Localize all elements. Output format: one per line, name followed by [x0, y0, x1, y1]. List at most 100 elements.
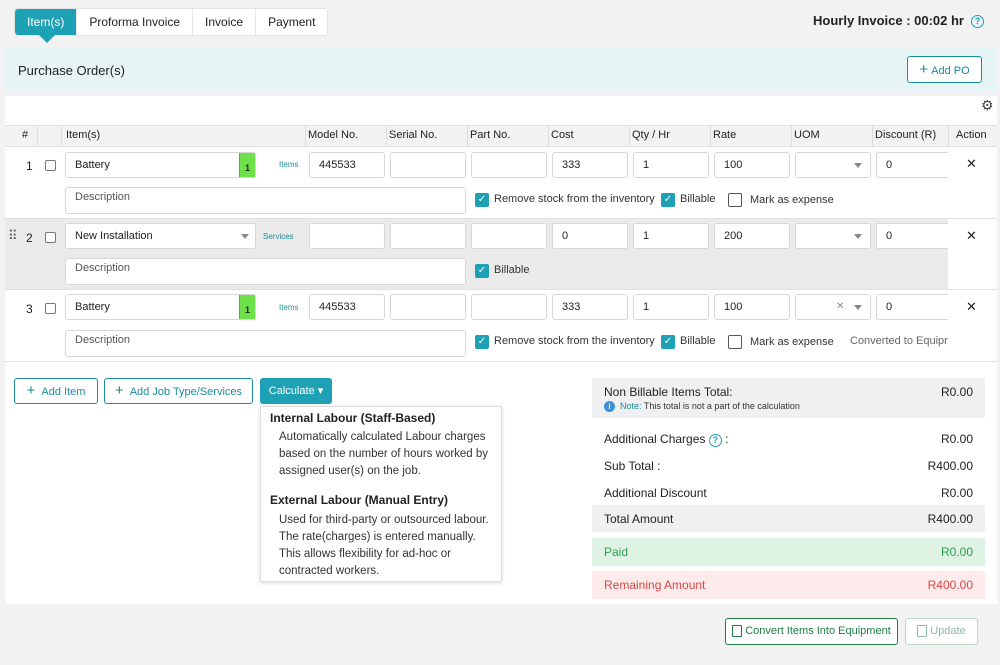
- billable-label: Billable: [680, 335, 716, 347]
- row-number: 1: [26, 159, 33, 173]
- update-button[interactable]: Update: [905, 618, 978, 645]
- billable-checkbox[interactable]: ✓: [661, 335, 675, 349]
- cost-input[interactable]: 333: [552, 294, 628, 320]
- rate-input[interactable]: 100: [714, 294, 790, 320]
- billable-label: Billable: [494, 264, 530, 276]
- description-input[interactable]: Description: [65, 258, 466, 285]
- serial-no-input[interactable]: [390, 223, 466, 249]
- add-po-button[interactable]: + Add PO: [907, 56, 982, 83]
- cost-input[interactable]: 333: [552, 152, 628, 178]
- billable-checkbox[interactable]: ✓: [661, 193, 675, 207]
- remove-row-icon[interactable]: ✕: [966, 299, 977, 315]
- row-select-checkbox[interactable]: [45, 232, 56, 243]
- col-divider: [386, 125, 387, 147]
- add-job-type-button[interactable]: + Add Job Type/Services: [104, 378, 253, 404]
- col-items: Item(s): [66, 129, 101, 141]
- part-no-input[interactable]: [471, 223, 547, 249]
- discount-value: 0: [886, 301, 893, 313]
- rate-input[interactable]: 100: [714, 152, 790, 178]
- chevron-down-icon: [854, 305, 862, 310]
- remove-stock-checkbox[interactable]: ✓: [475, 335, 489, 349]
- tab-proforma-invoice[interactable]: Proforma Invoice: [77, 9, 194, 35]
- description-input[interactable]: Description: [65, 330, 466, 357]
- billable-checkbox[interactable]: ✓: [475, 264, 489, 278]
- add-item-button[interactable]: + Add Item: [14, 378, 98, 404]
- description-placeholder: Description: [75, 262, 131, 274]
- serial-no-input[interactable]: [390, 294, 466, 320]
- item-name-input[interactable]: Battery: [65, 294, 256, 320]
- item-type-tag: Items: [279, 303, 299, 312]
- model-no-input[interactable]: 445533: [309, 152, 385, 178]
- col-uom: UOM: [794, 129, 820, 141]
- internal-labour-option[interactable]: Internal Labour (Staff-Based): [270, 411, 435, 425]
- external-labour-option[interactable]: External Labour (Manual Entry): [270, 493, 448, 507]
- uom-select[interactable]: [795, 223, 871, 249]
- clear-icon[interactable]: ✕: [836, 295, 844, 319]
- remaining-label: Remaining Amount: [604, 578, 706, 592]
- calculate-menu: Internal Labour (Staff-Based) Automatica…: [260, 406, 502, 582]
- convert-items-label: Convert Items Into Equipment: [745, 625, 891, 637]
- tab-invoice[interactable]: Invoice: [193, 9, 257, 35]
- cost-input[interactable]: 0: [552, 223, 628, 249]
- converted-note: Converted to Equipr: [850, 335, 948, 347]
- stock-badge: 1: [239, 153, 255, 177]
- model-no-input[interactable]: 445533: [309, 294, 385, 320]
- qty-value: 1: [643, 301, 650, 313]
- qty-input[interactable]: 1: [633, 294, 709, 320]
- rate-value: 100: [724, 301, 743, 313]
- part-no-input[interactable]: [471, 152, 547, 178]
- item-name-select[interactable]: New Installation: [65, 223, 256, 249]
- col-number: #: [22, 129, 29, 141]
- uom-select[interactable]: [795, 152, 871, 178]
- remove-row-icon[interactable]: ✕: [966, 156, 977, 172]
- rate-value: 200: [724, 230, 743, 242]
- discount-input[interactable]: 0: [876, 294, 948, 320]
- expense-checkbox[interactable]: [728, 335, 742, 349]
- model-no-input[interactable]: [309, 223, 385, 249]
- col-divider: [61, 125, 62, 147]
- convert-items-button[interactable]: Convert Items Into Equipment: [725, 618, 898, 645]
- qty-input[interactable]: 1: [633, 223, 709, 249]
- qty-input[interactable]: 1: [633, 152, 709, 178]
- uom-select[interactable]: ✕: [795, 294, 871, 320]
- row-select-checkbox[interactable]: [45, 160, 56, 171]
- tab-items[interactable]: Item(s): [15, 9, 78, 43]
- rate-input[interactable]: 200: [714, 223, 790, 249]
- note-text: This total is not a part of the calculat…: [641, 401, 800, 411]
- cost-value: 333: [562, 159, 581, 171]
- plus-icon: +: [919, 61, 929, 78]
- help-icon[interactable]: ?: [971, 15, 984, 28]
- plus-icon: +: [26, 382, 36, 399]
- col-model-no: Model No.: [308, 129, 359, 141]
- expense-checkbox[interactable]: [728, 193, 742, 207]
- remove-row-icon[interactable]: ✕: [966, 228, 977, 244]
- expense-label: Mark as expense: [750, 336, 834, 348]
- model-no-value: 445533: [319, 301, 356, 313]
- description-placeholder: Description: [75, 334, 131, 346]
- remove-stock-checkbox[interactable]: ✓: [475, 193, 489, 207]
- row-select-checkbox[interactable]: [45, 303, 56, 314]
- help-icon[interactable]: ?: [708, 434, 722, 447]
- chevron-down-icon: [854, 163, 862, 168]
- col-divider: [37, 125, 38, 147]
- billable-label: Billable: [680, 193, 716, 205]
- col-action: Action: [956, 129, 987, 141]
- row-divider: [5, 361, 997, 362]
- update-label: Update: [930, 625, 966, 637]
- description-placeholder: Description: [75, 191, 131, 203]
- description-input[interactable]: Description: [65, 187, 466, 214]
- tab-payment[interactable]: Payment: [256, 9, 327, 35]
- drag-handle-icon[interactable]: ⠿: [8, 228, 17, 244]
- discount-input[interactable]: 0: [876, 223, 948, 249]
- settings-gear-icon[interactable]: ⚙: [981, 97, 994, 114]
- calculate-button[interactable]: Calculate ▾: [260, 378, 332, 404]
- item-name-input[interactable]: Battery: [65, 152, 256, 178]
- sub-total-value: R400.00: [927, 459, 973, 473]
- info-icon: i: [604, 401, 615, 412]
- part-no-input[interactable]: [471, 294, 547, 320]
- purchase-order-bar: [5, 48, 997, 92]
- additional-discount-value: R0.00: [940, 486, 973, 500]
- discount-input[interactable]: 0: [876, 152, 948, 178]
- additional-charges-label: Additional Charges ? :: [604, 432, 728, 447]
- serial-no-input[interactable]: [390, 152, 466, 178]
